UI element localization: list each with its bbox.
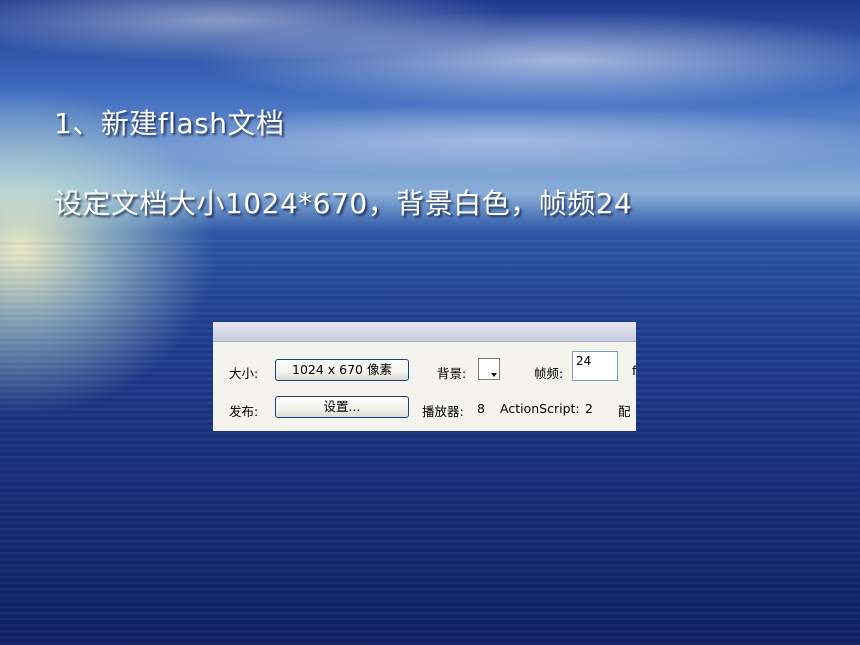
cut-off-label: f <box>632 363 636 378</box>
frame-rate-input[interactable]: 24 <box>572 351 618 381</box>
publish-label: 发布: <box>229 404 259 419</box>
properties-panel-screenshot: 大小: 1024 x 670 像素 背景: 帧频: 24 f 发布: 设置...… <box>213 322 636 431</box>
slide-subtitle: 设定文档大小1024*670，背景白色，帧频24 <box>54 187 633 220</box>
actionscript-label: ActionScript: <box>500 401 580 416</box>
actionscript-version: 2 <box>585 401 593 416</box>
background-label: 背景: <box>437 366 467 381</box>
dropdown-arrow-icon <box>491 373 497 377</box>
profile-label: 配 <box>618 404 631 419</box>
slide-heading: 1、新建flash文档 <box>54 107 285 140</box>
document-size-button[interactable]: 1024 x 670 像素 <box>275 359 409 381</box>
player-version: 8 <box>477 401 485 416</box>
player-label: 播放器: <box>422 404 464 419</box>
frame-rate-value: 24 <box>576 354 592 368</box>
frame-rate-label: 帧频: <box>534 366 564 381</box>
publish-settings-button[interactable]: 设置... <box>275 396 409 418</box>
ocean-background <box>0 240 860 645</box>
size-label: 大小: <box>229 366 259 381</box>
panel-title-bar <box>213 322 636 342</box>
background-color-swatch[interactable] <box>478 358 500 380</box>
